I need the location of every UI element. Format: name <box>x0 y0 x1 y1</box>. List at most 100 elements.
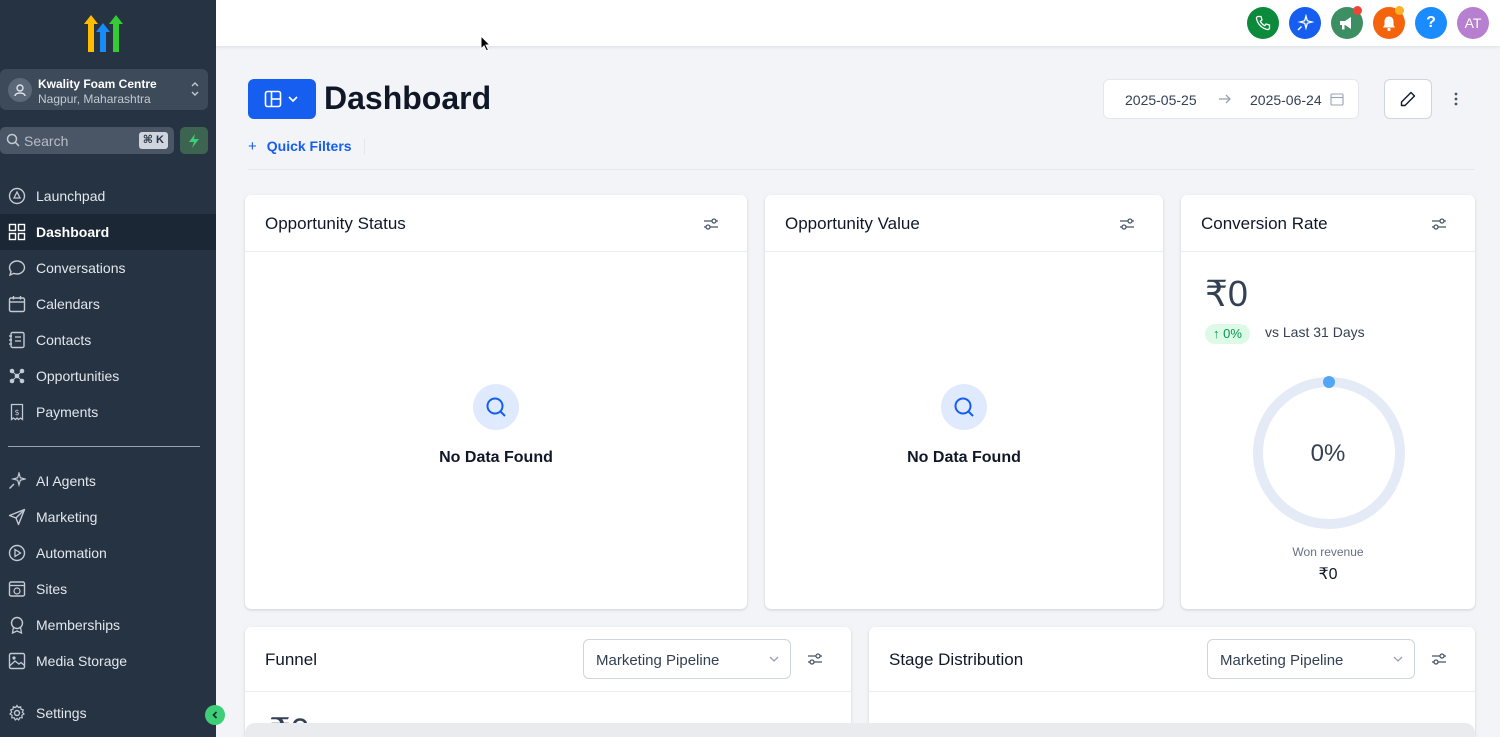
image-icon <box>8 652 26 670</box>
kebab-menu-icon <box>1454 92 1458 106</box>
sparkle-icon <box>1297 14 1314 31</box>
sidebar-item-label: Contacts <box>36 332 92 348</box>
date-from: 2025-05-25 <box>1125 92 1197 108</box>
search-input[interactable]: Search ⌘ K <box>0 127 174 154</box>
pipeline-select-value: Marketing Pipeline <box>1220 652 1344 669</box>
sidebar-item-label: Payments <box>36 404 99 420</box>
collapse-sidebar-button[interactable] <box>205 705 225 725</box>
sidebar-item-conversations[interactable]: Conversations <box>0 250 216 286</box>
sidebar-item-label: Dashboard <box>36 224 110 240</box>
page-title: Dashboard <box>324 80 492 116</box>
chevron-left-icon <box>212 711 218 719</box>
svg-text:$: $ <box>14 408 19 417</box>
payments-icon: $ <box>10 403 24 421</box>
account-switcher[interactable]: Kwality Foam Centre Nagpur, Maharashtra <box>0 69 208 110</box>
sidebar-divider <box>8 446 200 447</box>
calendar-icon <box>1330 93 1344 106</box>
card-title: Opportunity Status <box>265 214 406 233</box>
card-settings-icon[interactable] <box>1117 214 1137 234</box>
sidebar-item-contacts[interactable]: Contacts <box>0 322 216 358</box>
megaphone-icon <box>1340 17 1351 30</box>
bell-icon <box>1383 16 1395 31</box>
loading-placeholder <box>245 723 1475 737</box>
sidebar-item-automation[interactable]: Automation <box>0 535 216 571</box>
gear-icon <box>9 704 25 721</box>
chevron-down-icon <box>769 656 779 662</box>
notification-dot <box>1395 6 1404 15</box>
app-logo[interactable] <box>83 14 125 54</box>
search-icon <box>941 384 987 430</box>
opportunity-status-card: Opportunity Status No Data Found <box>245 195 747 609</box>
funnel-card: Funnel Marketing Pipeline ₹0 <box>245 627 851 737</box>
sidebar-item-payments[interactable]: $ Payments <box>0 394 216 430</box>
search-shortcut: ⌘ K <box>138 132 168 149</box>
sidebar-item-sites[interactable]: Sites <box>0 571 216 607</box>
no-data-text: No Data Found <box>907 449 1021 466</box>
send-icon <box>8 508 26 526</box>
card-divider <box>869 691 1475 692</box>
sidebar-item-dashboard[interactable]: Dashboard <box>0 214 216 250</box>
sidebar-item-calendars[interactable]: Calendars <box>0 286 216 322</box>
sidebar-item-label: Media Storage <box>36 653 128 669</box>
sidebar-item-label: Sites <box>36 581 68 597</box>
user-avatar[interactable]: AT <box>1457 7 1489 39</box>
layout-icon <box>264 90 282 108</box>
sidebar-item-label: Settings <box>36 705 87 721</box>
avatar-initials: AT <box>1464 15 1482 31</box>
account-location: Nagpur, Maharashtra <box>38 92 151 106</box>
opportunities-icon <box>9 368 25 384</box>
sidebar-item-settings[interactable]: Settings <box>0 695 216 731</box>
sidebar-item-media-storage[interactable]: Media Storage <box>0 643 216 679</box>
card-title: Stage Distribution <box>889 650 1024 669</box>
header-divider <box>248 169 1475 170</box>
launchpad-icon <box>8 187 26 205</box>
help-button[interactable]: ? <box>1415 7 1447 39</box>
chat-icon <box>8 260 26 277</box>
card-title: Funnel <box>265 650 317 669</box>
sidebar: Kwality Foam Centre Nagpur, Maharashtra … <box>0 0 216 737</box>
pipeline-select-value: Marketing Pipeline <box>596 652 720 669</box>
card-divider <box>765 251 1163 252</box>
sidebar-item-label: Automation <box>36 545 107 561</box>
quick-filters-button[interactable]: + Quick Filters <box>248 138 352 155</box>
card-divider <box>245 251 747 252</box>
topbar: ? AT <box>216 0 1500 47</box>
chevron-down-icon <box>1393 656 1403 662</box>
card-divider <box>245 691 851 692</box>
sidebar-item-marketing[interactable]: Marketing <box>0 499 216 535</box>
plus-icon: + <box>248 138 257 155</box>
sidebar-item-opportunities[interactable]: Opportunities <box>0 358 216 394</box>
gauge-percent: 0% <box>1310 440 1346 467</box>
sidebar-item-label: Calendars <box>36 296 100 312</box>
pencil-icon <box>1400 91 1416 107</box>
more-options-button[interactable] <box>1446 86 1466 112</box>
stage-distribution-card: Stage Distribution Marketing Pipeline <box>869 627 1475 737</box>
chevron-updown-icon <box>190 80 200 103</box>
sidebar-item-label: Marketing <box>36 509 98 525</box>
grid-icon <box>8 223 26 241</box>
sidebar-item-launchpad[interactable]: Launchpad <box>0 178 216 214</box>
sidebar-item-ai-agents[interactable]: AI Agents <box>0 463 216 499</box>
announcements-button[interactable] <box>1331 6 1363 39</box>
card-settings-icon[interactable] <box>1429 649 1449 669</box>
quick-actions-button[interactable] <box>180 127 208 154</box>
pipeline-select[interactable]: Marketing Pipeline <box>583 639 791 679</box>
globe-icon <box>8 581 26 597</box>
card-settings-icon[interactable] <box>701 214 721 234</box>
sidebar-item-memberships[interactable]: Memberships <box>0 607 216 643</box>
edit-dashboard-button[interactable] <box>1384 79 1432 119</box>
conversion-rate-card: Conversion Rate ₹0 ↑ 0% vs Last 31 Days … <box>1181 195 1475 609</box>
ai-assistant-button[interactable] <box>1289 7 1321 39</box>
chevron-down-icon <box>288 96 298 103</box>
search-icon <box>6 133 20 152</box>
calendar-icon <box>8 296 26 313</box>
card-settings-icon[interactable] <box>805 649 825 669</box>
dashboard-switcher-button[interactable] <box>248 79 316 119</box>
phone-button[interactable] <box>1247 7 1279 39</box>
opportunity-value-card: Opportunity Value No Data Found <box>765 195 1163 609</box>
date-range-picker[interactable]: 2025-05-25 2025-06-24 <box>1103 79 1359 119</box>
notifications-button[interactable] <box>1373 6 1405 39</box>
sidebar-item-label: Memberships <box>36 617 121 633</box>
pipeline-select[interactable]: Marketing Pipeline <box>1207 639 1415 679</box>
card-settings-icon[interactable] <box>1429 214 1449 234</box>
